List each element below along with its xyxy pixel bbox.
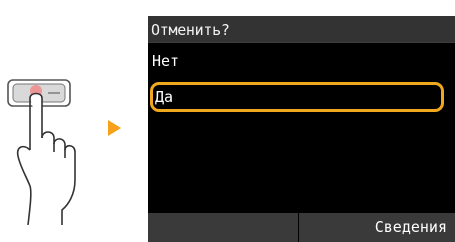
option-no-label: Нет [152, 52, 180, 70]
softkey-left[interactable] [148, 213, 298, 242]
device-screen: Отменить? Нет Да Сведения [148, 16, 455, 242]
bottom-softkey-bar: Сведения [148, 213, 455, 242]
hand-tap-illustration [0, 60, 106, 226]
arrow-right-icon [108, 120, 121, 136]
details-button[interactable]: Сведения [299, 213, 455, 242]
hand-tap-icon [7, 79, 76, 226]
option-no[interactable]: Нет [148, 49, 455, 73]
title-bar: Отменить? [148, 16, 455, 43]
dialog-title: Отменить? [151, 21, 230, 39]
option-yes[interactable]: Да [150, 82, 444, 112]
option-yes-label: Да [155, 88, 174, 106]
